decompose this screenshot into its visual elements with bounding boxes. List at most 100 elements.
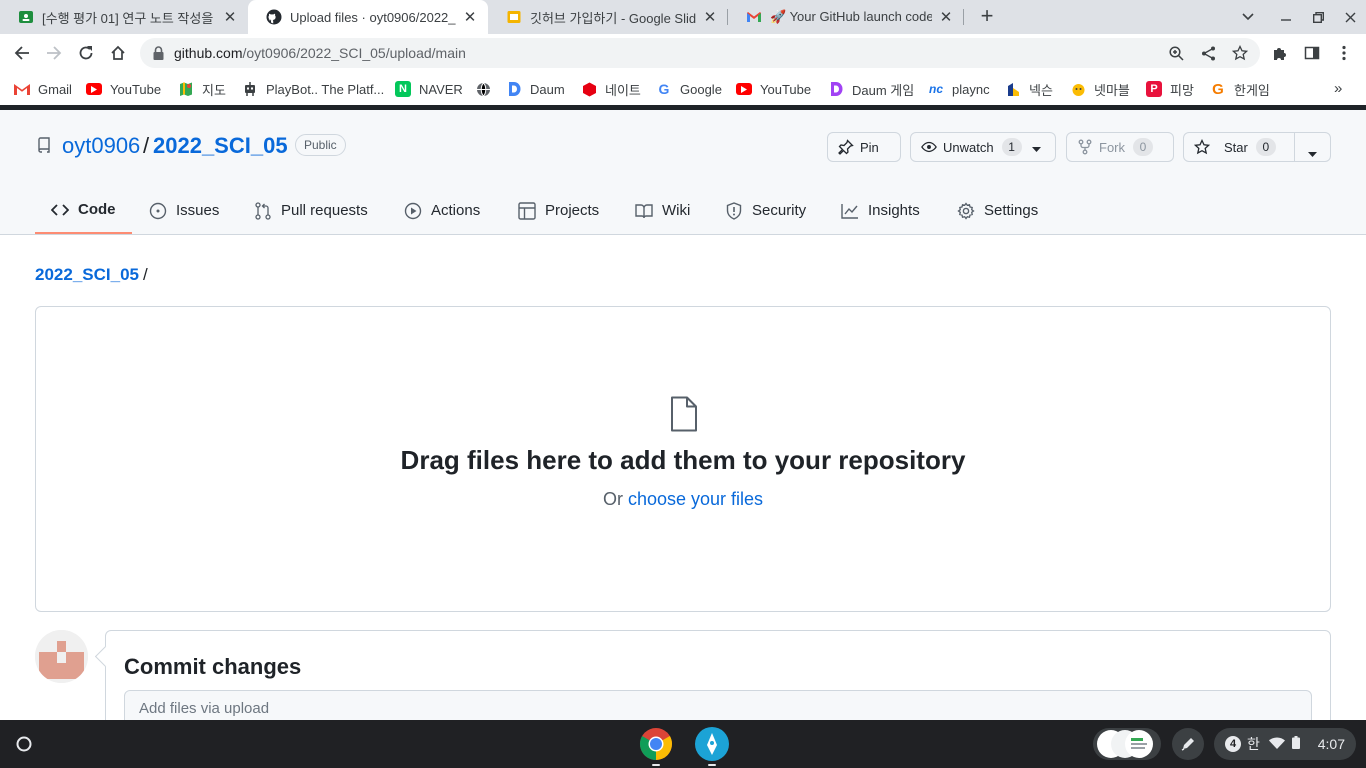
- repo-name-link[interactable]: 2022_SCI_05: [153, 133, 288, 159]
- bookmark-label: NAVER: [419, 81, 463, 97]
- bookmark-label: PlayBot.. The Platf...: [266, 81, 385, 97]
- bookmark-pmang[interactable]: P 피망: [1146, 80, 1194, 98]
- browser-tab-gmail[interactable]: 🚀 Your GitHub launch code - 2 ✕: [728, 0, 964, 34]
- browser-tab-classroom[interactable]: [수행 평가 01] 연구 노트 작성을 위 ✕: [0, 0, 248, 34]
- bookmark-gmail[interactable]: Gmail: [14, 80, 72, 98]
- tab-label: Pull requests: [281, 202, 368, 219]
- pen-app-icon[interactable]: [695, 727, 729, 761]
- bookmark-label: 한게임: [1234, 82, 1270, 98]
- commit-title: Commit changes: [124, 654, 302, 679]
- tab-projects[interactable]: Projects: [502, 187, 615, 234]
- stylus-tools-button[interactable]: [1172, 728, 1204, 760]
- browser-toolbar: github.com/oyt0906/2022_SCI_05/upload/ma…: [0, 34, 1366, 72]
- tab-insights[interactable]: Insights: [825, 187, 936, 234]
- breadcrumb-repo-link[interactable]: 2022_SCI_05: [35, 265, 139, 284]
- naver-icon: N: [395, 81, 411, 97]
- browser-tab-slides[interactable]: 깃허브 가입하기 - Google Slides ✕: [488, 0, 728, 34]
- repo-owner-link[interactable]: oyt0906: [62, 133, 140, 159]
- holding-space-tray[interactable]: [1093, 728, 1161, 760]
- bookmark-netmarble[interactable]: 넷마블: [1070, 80, 1130, 98]
- extensions-button[interactable]: [1268, 41, 1292, 65]
- book-icon: [635, 202, 653, 220]
- bookmark-plaync[interactable]: nc plaync: [928, 80, 990, 98]
- globe-icon: [475, 81, 491, 97]
- caret-down-icon: [1308, 152, 1317, 157]
- star-icon[interactable]: [1232, 45, 1248, 61]
- bookmark-naver[interactable]: N NAVER: [395, 80, 463, 98]
- hangame-icon: G: [1212, 80, 1224, 98]
- tab-title: 깃허브 가입하기 - Google Slides: [530, 10, 696, 26]
- eye-icon: [921, 139, 937, 155]
- close-icon[interactable]: ✕: [222, 9, 238, 26]
- bookmark-daum[interactable]: Daum: [506, 80, 565, 98]
- new-tab-button[interactable]: +: [976, 3, 998, 28]
- battery-icon: [1291, 736, 1300, 752]
- star-button[interactable]: Star 0: [1183, 132, 1331, 162]
- restore-button[interactable]: [1302, 0, 1334, 34]
- tab-wiki[interactable]: Wiki: [619, 187, 706, 234]
- tab-settings[interactable]: Settings: [941, 187, 1054, 234]
- browser-tab-github-upload[interactable]: Upload files · oyt0906/2022_SCI_05 ✕: [248, 0, 488, 34]
- tab-code[interactable]: Code: [35, 187, 132, 234]
- nate-icon: [581, 81, 597, 97]
- status-tray[interactable]: 4 한 4:07: [1214, 728, 1356, 760]
- file-drop-zone[interactable]: Drag files here to add them to your repo…: [35, 306, 1331, 612]
- issue-icon: [149, 202, 167, 220]
- pin-button[interactable]: Pin: [827, 132, 901, 162]
- unwatch-button[interactable]: Unwatch 1: [910, 132, 1056, 162]
- pull-request-icon: [254, 201, 272, 220]
- zoom-icon[interactable]: [1168, 45, 1184, 61]
- close-window-button[interactable]: [1334, 0, 1366, 34]
- close-icon[interactable]: ✕: [702, 9, 718, 26]
- bookmark-daum-game[interactable]: Daum 게임: [828, 80, 914, 98]
- bookmark-youtube[interactable]: YouTube: [86, 80, 161, 98]
- watch-count: 1: [1001, 138, 1022, 156]
- bookmark-playbot[interactable]: PlayBot.. The Platf...: [242, 80, 384, 98]
- launcher-button[interactable]: [12, 732, 36, 756]
- bookmark-nexon[interactable]: 넥슨: [1005, 80, 1053, 98]
- bookmark-maps[interactable]: 지도: [178, 80, 226, 98]
- avatar: [35, 630, 88, 683]
- forward-button[interactable]: [42, 41, 66, 65]
- tab-pull-requests[interactable]: Pull requests: [238, 187, 384, 234]
- caret-down-icon: [1031, 140, 1041, 155]
- code-icon: [51, 201, 69, 219]
- browser-menu-button[interactable]: [1332, 41, 1356, 65]
- tab-search-button[interactable]: [1232, 0, 1264, 34]
- puzzle-icon: [1274, 48, 1286, 60]
- fork-button[interactable]: Fork 0: [1066, 132, 1174, 162]
- tab-title: [수행 평가 01] 연구 노트 작성을 위: [42, 10, 216, 26]
- lock-icon[interactable]: [153, 46, 164, 65]
- bookmark-nate[interactable]: 네이트: [581, 80, 641, 98]
- tab-label: Wiki: [662, 202, 691, 219]
- chrome-app-icon[interactable]: [639, 727, 673, 761]
- bookmarks-overflow-button[interactable]: »: [1334, 80, 1342, 97]
- tab-security[interactable]: Security: [709, 187, 822, 234]
- side-panel-icon: [1304, 46, 1320, 60]
- bookmarks-bar: Gmail YouTube 지도 PlayBot.. The Platf... …: [0, 72, 1366, 104]
- address-bar[interactable]: github.com/oyt0906/2022_SCI_05/upload/ma…: [140, 38, 1260, 68]
- tab-issues[interactable]: Issues: [133, 187, 235, 234]
- drop-zone-subtitle: Or choose your files: [36, 489, 1330, 510]
- reload-button[interactable]: [74, 41, 98, 65]
- side-panel-button[interactable]: [1300, 41, 1324, 65]
- bookmark-globe[interactable]: [475, 80, 499, 98]
- minimize-button[interactable]: [1270, 0, 1302, 34]
- wifi-icon: [1268, 736, 1285, 752]
- back-button[interactable]: [10, 41, 34, 65]
- close-icon[interactable]: ✕: [938, 9, 954, 26]
- tab-actions[interactable]: Actions: [388, 187, 496, 234]
- plaync-icon: nc: [928, 82, 943, 96]
- choose-files-link[interactable]: choose your files: [628, 489, 763, 509]
- bookmark-google[interactable]: G Google: [656, 80, 722, 98]
- address-url[interactable]: github.com/oyt0906/2022_SCI_05/upload/ma…: [174, 45, 466, 61]
- star-lists-dropdown[interactable]: [1308, 145, 1317, 160]
- bookmark-hangame[interactable]: G 한게임: [1210, 80, 1270, 98]
- unwatch-label: Unwatch: [943, 139, 994, 155]
- close-icon[interactable]: ✕: [462, 9, 478, 26]
- launcher-icon: [16, 736, 32, 752]
- bookmark-youtube-2[interactable]: YouTube: [736, 80, 811, 98]
- tab-separator: [963, 9, 964, 25]
- home-button[interactable]: [106, 41, 130, 65]
- share-icon[interactable]: [1200, 45, 1216, 61]
